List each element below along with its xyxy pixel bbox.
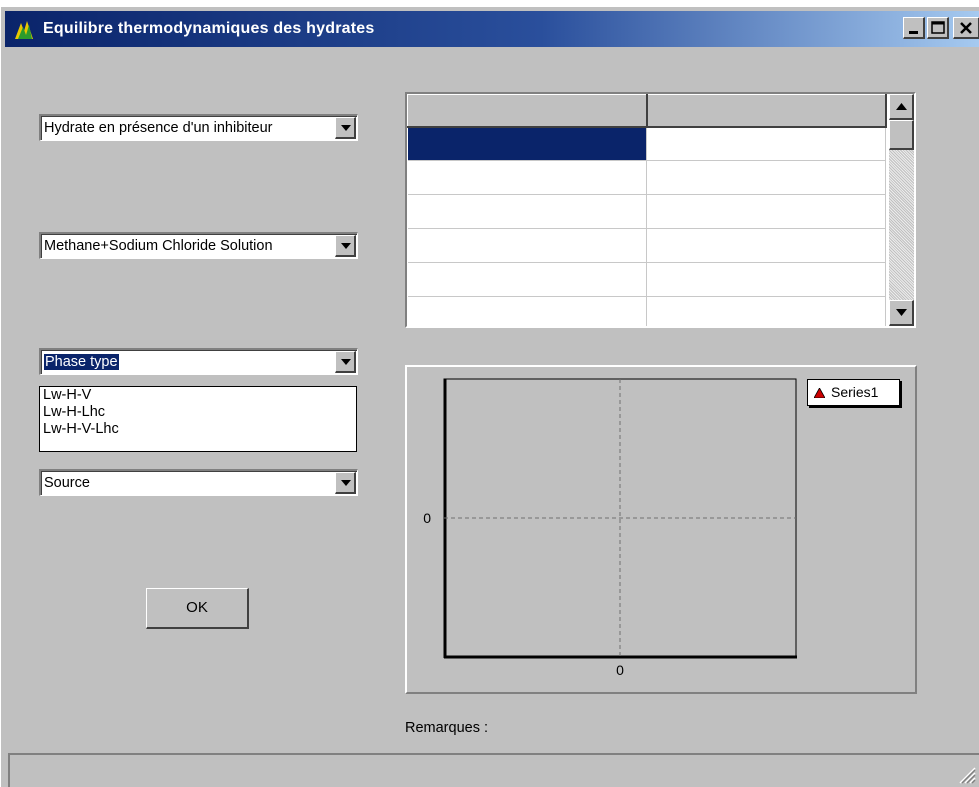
close-button[interactable] bbox=[953, 17, 979, 39]
data-grid[interactable] bbox=[405, 92, 916, 328]
chevron-down-icon bbox=[341, 359, 351, 365]
table-row bbox=[407, 296, 886, 326]
triangle-marker-icon bbox=[814, 388, 825, 398]
minimize-button[interactable] bbox=[903, 17, 925, 39]
source-value: Source bbox=[44, 475, 90, 491]
x-tick-label: 0 bbox=[616, 662, 624, 678]
source-select[interactable]: Source bbox=[39, 469, 358, 496]
ok-button[interactable]: OK bbox=[146, 588, 249, 629]
table-row bbox=[407, 262, 886, 297]
grid-cell[interactable] bbox=[407, 160, 647, 195]
grid-cell[interactable] bbox=[407, 296, 647, 326]
hydrate-type-dropdown-button[interactable] bbox=[335, 117, 356, 139]
arrow-up-icon bbox=[896, 103, 907, 110]
phase-type-select[interactable]: Phase type bbox=[39, 348, 358, 375]
maximize-button[interactable] bbox=[927, 17, 949, 39]
grid-cell[interactable] bbox=[646, 296, 886, 326]
system-select[interactable]: Methane+Sodium Chloride Solution bbox=[39, 232, 358, 259]
phase-type-dropdown-button[interactable] bbox=[335, 351, 356, 373]
grid-column-header[interactable] bbox=[407, 94, 648, 128]
phase-option-lw-h-v-lhc[interactable]: Lw-H-V-Lhc bbox=[40, 421, 356, 438]
grid-cell[interactable] bbox=[407, 194, 647, 229]
source-dropdown-button[interactable] bbox=[335, 472, 356, 494]
app-icon bbox=[15, 21, 33, 39]
system-value: Methane+Sodium Chloride Solution bbox=[44, 238, 273, 254]
phase-option-lw-h-v[interactable]: Lw-H-V bbox=[40, 387, 356, 404]
maximize-icon bbox=[931, 21, 945, 34]
scroll-up-button[interactable] bbox=[889, 94, 914, 120]
grid-cell[interactable] bbox=[646, 194, 886, 229]
grid-column-header[interactable] bbox=[646, 94, 887, 128]
legend-series-label: Series1 bbox=[831, 384, 879, 400]
title-bar[interactable]: Equilibre thermodynamiques des hydrates bbox=[5, 11, 979, 47]
main-window: Equilibre thermodynamiques des hydrates … bbox=[0, 6, 979, 787]
system-dropdown-button[interactable] bbox=[335, 235, 356, 257]
chevron-down-icon bbox=[341, 125, 351, 131]
y-tick-label: 0 bbox=[423, 510, 431, 526]
table-row bbox=[407, 228, 886, 263]
arrow-down-icon bbox=[896, 309, 907, 316]
grid-cell[interactable] bbox=[407, 262, 647, 297]
grid-cell[interactable] bbox=[646, 228, 886, 263]
phase-type-value: Phase type bbox=[44, 354, 119, 370]
grid-cell-selected[interactable] bbox=[407, 126, 647, 161]
minimize-icon bbox=[909, 31, 918, 34]
grid-vertical-scrollbar[interactable] bbox=[889, 94, 914, 326]
grid-cell[interactable] bbox=[646, 126, 886, 161]
status-bar bbox=[8, 753, 979, 787]
hydrate-type-select[interactable]: Hydrate en présence d'un inhibiteur bbox=[39, 114, 358, 141]
table-row bbox=[407, 126, 886, 161]
remarks-label: Remarques : bbox=[405, 720, 489, 736]
grid-cell[interactable] bbox=[646, 160, 886, 195]
table-row bbox=[407, 194, 886, 229]
table-row bbox=[407, 160, 886, 195]
grid-header-row bbox=[407, 94, 887, 128]
phase-option-lw-h-lhc[interactable]: Lw-H-Lhc bbox=[40, 404, 356, 421]
chevron-down-icon bbox=[341, 480, 351, 486]
resize-grip-icon[interactable] bbox=[952, 760, 976, 784]
chart-panel: 0 0 Series1 bbox=[405, 365, 917, 694]
window-title: Equilibre thermodynamiques des hydrates bbox=[43, 20, 375, 37]
grid-cell[interactable] bbox=[407, 228, 647, 263]
close-icon bbox=[960, 22, 972, 34]
chart-legend: Series1 bbox=[807, 379, 900, 406]
chevron-down-icon bbox=[341, 243, 351, 249]
hydrate-type-value: Hydrate en présence d'un inhibiteur bbox=[44, 120, 273, 136]
phase-type-dropdown-list: Lw-H-V Lw-H-Lhc Lw-H-V-Lhc bbox=[39, 386, 357, 452]
scroll-down-button[interactable] bbox=[889, 300, 914, 326]
scroll-thumb[interactable] bbox=[889, 120, 914, 150]
chart-svg: 0 0 bbox=[423, 378, 797, 678]
grid-cell[interactable] bbox=[646, 262, 886, 297]
